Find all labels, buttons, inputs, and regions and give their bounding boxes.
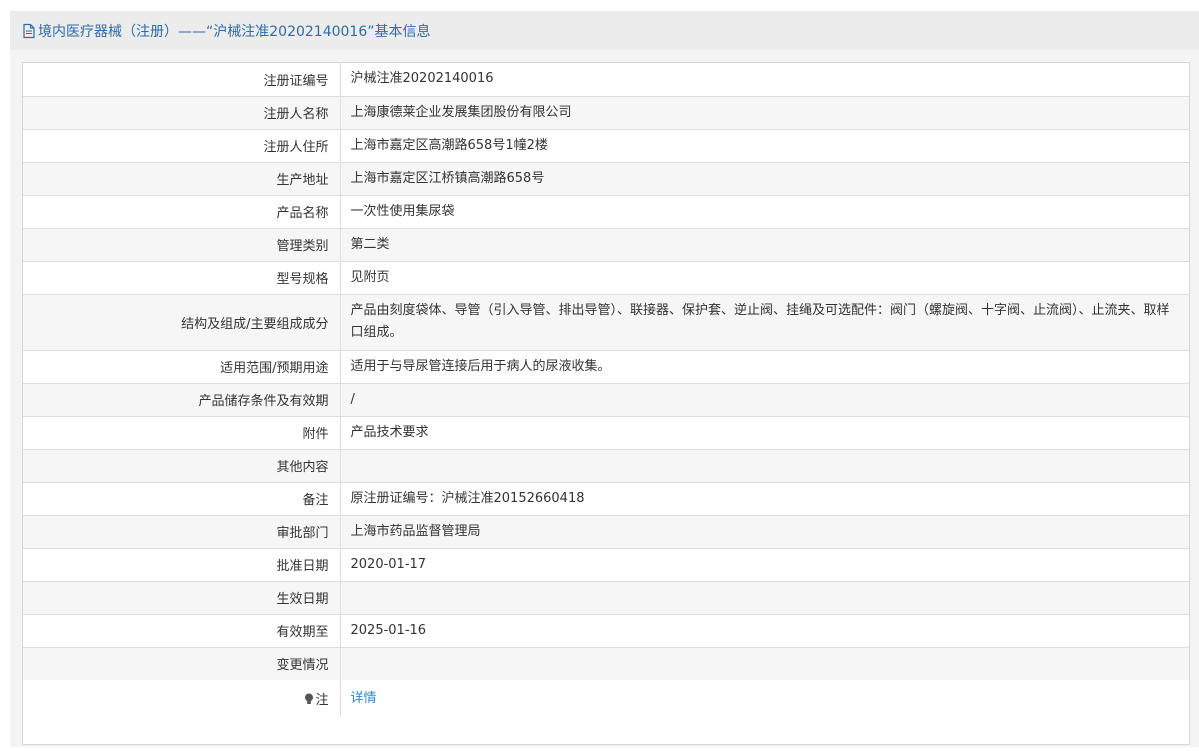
table-row: 型号规格 见附页 [23, 261, 1189, 295]
info-table: 注册证编号 沪械注准20202140016 注册人名称 上海康德莱企业发展集团股份有限… [22, 62, 1190, 745]
field-label: 生产地址 [23, 162, 341, 196]
field-label: 变更情况 [23, 647, 341, 680]
table-row: 适用范围/预期用途 适用于与导尿管连接后用于病人的尿液收集。 [23, 350, 1189, 384]
table-row: 生效日期 [23, 581, 1189, 615]
field-label: 备注 [23, 482, 341, 516]
field-value: 2025-01-16 [340, 614, 1189, 648]
field-label: 注册人住所 [23, 129, 341, 163]
table-row: 变更情况 [23, 647, 1189, 680]
table-row: 附件 产品技术要求 [23, 416, 1189, 450]
document-icon [22, 23, 36, 39]
field-value: 一次性使用集尿袋 [340, 195, 1189, 229]
field-label: 有效期至 [23, 614, 341, 648]
field-label: 产品储存条件及有效期 [23, 383, 341, 417]
table-row: 备注 原注册证编号：沪械注准20152660418 [23, 482, 1189, 516]
field-value [340, 581, 1189, 615]
table-row: 注册人住所 上海市嘉定区高潮路658号1幢2楼 [23, 129, 1189, 163]
table-row: 批准日期 2020-01-17 [23, 548, 1189, 582]
field-label: 生效日期 [23, 581, 341, 615]
field-label: 其他内容 [23, 449, 341, 483]
table-row: 产品名称 一次性使用集尿袋 [23, 195, 1189, 229]
field-value: 沪械注准20202140016 [340, 63, 1189, 97]
field-value: 产品技术要求 [340, 416, 1189, 450]
field-label: 型号规格 [23, 261, 341, 295]
table-row: 有效期至 2025-01-16 [23, 614, 1189, 648]
table-row: 注册证编号 沪械注准20202140016 [23, 63, 1189, 97]
table-row: 管理类别 第二类 [23, 228, 1189, 262]
field-value: 原注册证编号：沪械注准20152660418 [340, 482, 1189, 516]
field-value: 见附页 [340, 261, 1189, 295]
field-value: 适用于与导尿管连接后用于病人的尿液收集。 [340, 350, 1189, 384]
table-row: 生产地址 上海市嘉定区江桥镇高潮路658号 [23, 162, 1189, 196]
table-row-note: 注 详情 [23, 680, 1189, 717]
table-row: 产品储存条件及有效期 / [23, 383, 1189, 417]
table-row: 审批部门 上海市药品监督管理局 [23, 515, 1189, 549]
page-title: 境内医疗器械（注册）——“沪械注准20202140016”基本信息 [38, 23, 431, 40]
panel-header: 境内医疗器械（注册）——“沪械注准20202140016”基本信息 [10, 11, 1199, 50]
field-value: / [340, 383, 1189, 417]
info-panel: 境内医疗器械（注册）——“沪械注准20202140016”基本信息 注册证编号沪… [10, 11, 1199, 747]
field-label: 管理类别 [23, 228, 341, 262]
field-label: 附件 [23, 416, 341, 450]
field-label: 结构及组成/主要组成成分 [23, 294, 341, 351]
lightbulb-icon [304, 693, 314, 705]
field-value [340, 449, 1189, 483]
field-label: 适用范围/预期用途 [23, 350, 341, 384]
field-value: 第二类 [340, 228, 1189, 262]
detail-link[interactable]: 详情 [351, 691, 377, 706]
table-row: 注册人名称 上海康德莱企业发展集团股份有限公司 [23, 96, 1189, 130]
field-label: 注册证编号 [23, 63, 341, 97]
note-label-cell: 注 [23, 680, 341, 717]
field-label: 审批部门 [23, 515, 341, 549]
field-value: 上海康德莱企业发展集团股份有限公司 [340, 96, 1189, 130]
field-value [340, 647, 1189, 680]
field-value: 上海市嘉定区江桥镇高潮路658号 [340, 162, 1189, 196]
field-value: 上海市药品监督管理局 [340, 515, 1189, 549]
note-value-cell: 详情 [340, 680, 1189, 717]
field-value: 上海市嘉定区高潮路658号1幢2楼 [340, 129, 1189, 163]
field-label: 产品名称 [23, 195, 341, 229]
field-value: 产品由刻度袋体、导管（引入导管、排出导管）、联接器、保护套、逆止阀、挂绳及可选配… [340, 294, 1189, 351]
field-value: 2020-01-17 [340, 548, 1189, 582]
field-label: 注册人名称 [23, 96, 341, 130]
table-row: 其他内容 [23, 449, 1189, 483]
field-label: 批准日期 [23, 548, 341, 582]
table-row: 结构及组成/主要组成成分 产品由刻度袋体、导管（引入导管、排出导管）、联接器、保护… [23, 294, 1189, 351]
note-label: 注 [315, 693, 329, 708]
